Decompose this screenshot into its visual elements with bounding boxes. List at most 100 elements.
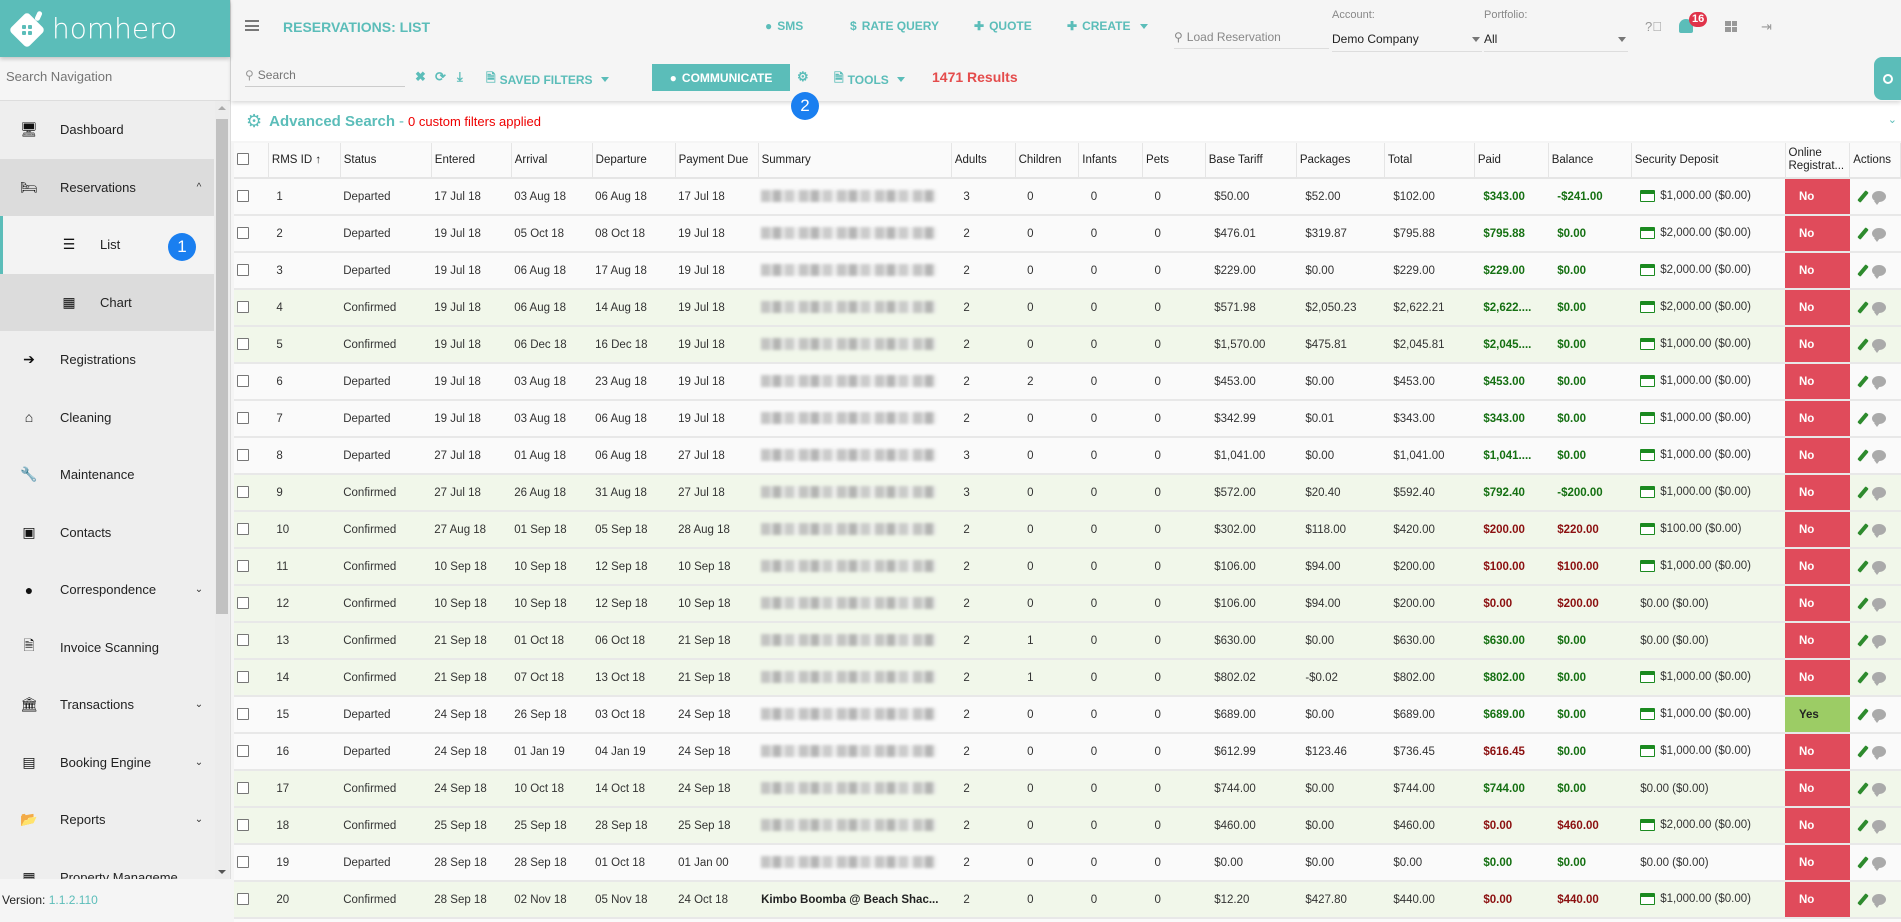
row-select[interactable] (234, 289, 269, 327)
chevron-down-icon[interactable]: ⌄ (1888, 113, 1897, 126)
table-row[interactable]: 1 Departed 17 Jul 18 03 Aug 18 06 Aug 18 17 J… (234, 178, 1901, 216)
column-header[interactable]: Balance (1548, 143, 1632, 179)
select-all-checkbox[interactable] (237, 153, 249, 166)
logout-icon[interactable]: ⇥ (1761, 19, 1772, 35)
column-header[interactable]: Base Tariff (1205, 143, 1297, 179)
notifications-button[interactable]: 16 (1679, 12, 1708, 33)
table-row[interactable]: 9 Confirmed 27 Jul 18 26 Aug 18 31 Aug 18 27 … (234, 474, 1901, 512)
search-input[interactable] (257, 68, 378, 82)
comment-icon[interactable] (1871, 524, 1886, 538)
column-header[interactable]: Entered (431, 143, 512, 179)
column-header[interactable]: Actions (1849, 143, 1901, 179)
row-checkbox[interactable] (237, 190, 249, 203)
column-header[interactable]: RMS ID ↑ (268, 143, 341, 179)
table-row[interactable]: 15 Departed 24 Sep 18 26 Sep 18 03 Oct 18 24 … (234, 696, 1901, 734)
row-checkbox[interactable] (237, 301, 249, 314)
sidebar-item-cleaning[interactable]: ⌂ Cleaning (0, 389, 214, 447)
row-checkbox[interactable] (237, 375, 249, 388)
sidebar-item-contacts[interactable]: ▣ Contacts (0, 504, 214, 562)
row-checkbox[interactable] (237, 634, 249, 647)
quote-button[interactable]: ✚ QUOTE (974, 19, 1032, 33)
sidebar-item-list[interactable]: ☰ List 1 (0, 216, 214, 274)
table-row[interactable]: 13 Confirmed 21 Sep 18 01 Oct 18 06 Oct 18 21… (234, 622, 1901, 660)
nav-search-input[interactable] (6, 69, 224, 84)
load-reservation-field[interactable]: ⚲ Load Reservation (1174, 30, 1329, 49)
sidebar-item-invoice-scanning[interactable]: 🗎 Invoice Scanning (0, 619, 214, 677)
row-checkbox[interactable] (237, 745, 249, 758)
edit-pencil-icon[interactable] (1857, 745, 1869, 758)
create-button[interactable]: ✚ CREATE (1067, 19, 1148, 33)
sidebar-item-reservations[interactable]: 🛏 Reservations ^ (0, 158, 214, 216)
sms-button[interactable]: ● SMS (765, 19, 803, 33)
row-checkbox[interactable] (237, 264, 249, 277)
row-select[interactable] (234, 548, 269, 586)
rate-query-button[interactable]: $ RATE QUERY (850, 19, 939, 33)
gears-icon[interactable]: ⚙ (797, 69, 809, 85)
edit-pencil-icon[interactable] (1857, 227, 1869, 240)
row-select[interactable] (234, 215, 269, 253)
column-header[interactable]: Paid (1474, 143, 1549, 179)
row-checkbox[interactable] (237, 412, 249, 425)
column-header[interactable]: Children (1015, 143, 1080, 179)
table-row[interactable]: 10 Confirmed 27 Aug 18 01 Sep 18 05 Sep 18 28… (234, 511, 1901, 549)
table-row[interactable]: 5 Confirmed 19 Jul 18 06 Dec 18 16 Dec 18 19 … (234, 326, 1901, 364)
comment-icon[interactable] (1871, 413, 1886, 427)
scrollbar-thumb[interactable] (216, 119, 228, 614)
comment-icon[interactable] (1871, 746, 1886, 760)
sidebar-item-property-management[interactable]: ▦ Property Manageme (0, 849, 214, 879)
row-checkbox[interactable] (237, 893, 249, 906)
comment-icon[interactable] (1871, 783, 1886, 797)
sidebar-item-chart[interactable]: ▦ Chart (0, 273, 214, 331)
edit-pencil-icon[interactable] (1857, 819, 1869, 832)
edit-pencil-icon[interactable] (1857, 301, 1869, 314)
row-checkbox[interactable] (237, 338, 249, 351)
search-field[interactable]: ⚲ (245, 68, 405, 87)
row-checkbox[interactable] (237, 782, 249, 795)
table-row[interactable]: 6 Departed 19 Jul 18 03 Aug 18 23 Aug 18 19 J… (234, 363, 1901, 401)
row-checkbox[interactable] (237, 671, 249, 684)
column-header[interactable]: Arrival (511, 143, 593, 179)
edit-pencil-icon[interactable] (1857, 264, 1869, 277)
row-select[interactable] (234, 881, 269, 919)
comment-icon[interactable] (1871, 191, 1886, 205)
tools-button[interactable]: 🗎 TOOLS (834, 69, 905, 90)
column-header[interactable]: Adults (951, 143, 1016, 179)
row-select[interactable] (234, 585, 269, 623)
comment-icon[interactable] (1871, 857, 1886, 871)
row-select[interactable] (234, 696, 269, 734)
comment-icon[interactable] (1871, 450, 1886, 464)
sidebar-item-reports[interactable]: 📂 Reports ⌄ (0, 791, 214, 849)
edit-pencil-icon[interactable] (1857, 412, 1869, 425)
table-row[interactable]: 12 Confirmed 10 Sep 18 10 Sep 18 12 Sep 18 10… (234, 585, 1901, 623)
row-checkbox[interactable] (237, 597, 249, 610)
side-panel-toggle[interactable] (1874, 57, 1901, 100)
row-select[interactable] (234, 622, 269, 660)
column-header[interactable]: Total (1384, 143, 1475, 179)
comment-icon[interactable] (1871, 376, 1886, 390)
scroll-down-icon[interactable] (218, 870, 226, 874)
row-select[interactable] (234, 844, 269, 882)
sidebar-item-maintenance[interactable]: 🔧 Maintenance (0, 446, 214, 504)
comment-icon[interactable] (1871, 561, 1886, 575)
sidebar-item-correspondence[interactable]: ● Correspondence ⌄ (0, 561, 214, 619)
row-checkbox[interactable] (237, 449, 249, 462)
column-header[interactable]: Online Registrat... (1785, 143, 1851, 179)
column-header[interactable]: Pets (1142, 143, 1206, 179)
advanced-search-bar[interactable]: ⚙ Advanced Search - 0 custom filters app… (231, 101, 1901, 141)
column-header[interactable]: Security Deposit (1631, 143, 1786, 179)
table-row[interactable]: 18 Confirmed 25 Sep 18 25 Sep 18 28 Sep 18 25… (234, 807, 1901, 845)
comment-icon[interactable] (1871, 265, 1886, 279)
select-all-header[interactable] (234, 143, 269, 179)
brand-logo[interactable]: homhero (0, 0, 230, 57)
edit-pencil-icon[interactable] (1857, 190, 1869, 203)
row-select[interactable] (234, 733, 269, 771)
sidebar-item-registrations[interactable]: ➔ Registrations (0, 331, 214, 389)
edit-pencil-icon[interactable] (1857, 671, 1869, 684)
edit-pencil-icon[interactable] (1857, 560, 1869, 573)
sidebar-scrollbar[interactable] (215, 101, 229, 879)
row-select[interactable] (234, 400, 269, 438)
saved-filters-button[interactable]: 🗎 SAVED FILTERS (486, 69, 609, 90)
sidebar-item-dashboard[interactable]: 🖥 Dashboard (0, 101, 214, 159)
download-icon[interactable]: ⤓ (457, 69, 463, 85)
table-row[interactable]: 3 Departed 19 Jul 18 06 Aug 18 17 Aug 18 19 J… (234, 252, 1901, 290)
